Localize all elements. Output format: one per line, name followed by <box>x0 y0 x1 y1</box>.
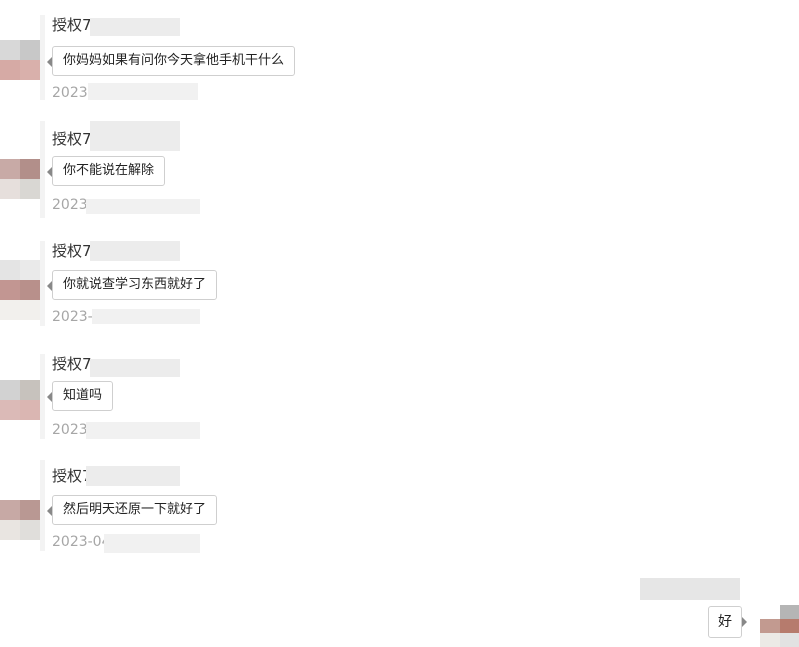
message-bubble[interactable]: 知道吗 <box>46 381 114 411</box>
message-bubble[interactable]: 你不能说在解除 <box>46 156 166 186</box>
avatar-pixel <box>20 60 40 80</box>
message-time: 2023-04 <box>52 534 111 550</box>
avatar-pixel <box>760 633 780 647</box>
avatar[interactable] <box>0 40 40 80</box>
avatar-pixel <box>0 159 20 179</box>
avatar[interactable] <box>0 380 40 420</box>
message-item: 授权7 然后明天还原一下就好了 2023-04 <box>0 460 420 566</box>
message-item: 授权7 你妈妈如果有问你今天拿他手机干什么 2023- <box>0 15 420 115</box>
avatar-pixel <box>20 380 40 400</box>
message-divider <box>40 354 45 439</box>
avatar-pixel <box>20 179 40 199</box>
avatar-pixel <box>760 605 780 619</box>
sender-name: 授权7 <box>52 242 92 260</box>
avatar-pixel <box>20 260 40 280</box>
sender-name: 授权7 <box>52 130 92 148</box>
avatar-extra <box>0 300 40 320</box>
sender-name: 授权7 <box>52 355 92 373</box>
redacted-name <box>90 121 180 151</box>
redacted-time <box>86 199 200 214</box>
redacted-time <box>92 309 200 324</box>
redacted-my-name <box>640 578 740 600</box>
avatar-pixel <box>20 400 40 420</box>
avatar-pixel <box>0 400 20 420</box>
avatar-pixel <box>0 260 20 280</box>
message-item: 授权7 知道吗 2023 <box>0 354 420 454</box>
avatar-pixel <box>20 40 40 60</box>
my-message-bubble[interactable]: 好 <box>708 606 747 638</box>
redacted-name <box>90 241 180 261</box>
avatar[interactable] <box>0 500 40 540</box>
avatar-pixel <box>0 179 20 199</box>
sender-name: 授权7 <box>52 16 92 34</box>
avatar-pixel <box>780 633 799 647</box>
avatar-pixel <box>0 500 20 520</box>
avatar-pixel <box>0 60 20 80</box>
message-bubble[interactable]: 你就说查学习东西就好了 <box>46 270 218 300</box>
redacted-time <box>88 83 198 100</box>
redacted-name <box>90 359 180 377</box>
message-time: 2023- <box>52 309 93 325</box>
avatar-pixel <box>20 159 40 179</box>
redacted-time <box>104 534 200 553</box>
avatar-pixel <box>760 619 780 633</box>
message-divider <box>40 121 45 218</box>
message-item: 授权7 你就说查学习东西就好了 2023- <box>0 241 420 341</box>
avatar[interactable] <box>0 159 40 199</box>
my-avatar[interactable] <box>760 605 799 647</box>
avatar-pixel <box>20 280 40 300</box>
message-bubble[interactable]: 你妈妈如果有问你今天拿他手机干什么 <box>46 46 296 76</box>
avatar-pixel <box>0 520 20 540</box>
avatar-pixel <box>20 520 40 540</box>
message-item: 授权7 你不能说在解除 2023 <box>0 121 420 229</box>
avatar-pixel <box>0 280 20 300</box>
message-divider <box>40 15 45 100</box>
redacted-time <box>86 422 200 439</box>
avatar-pixel <box>780 619 799 633</box>
avatar-pixel <box>0 380 20 400</box>
avatar-pixel <box>780 605 799 619</box>
avatar-pixel <box>20 500 40 520</box>
redacted-name <box>86 466 180 486</box>
message-time: 2023 <box>52 197 88 213</box>
message-time: 2023 <box>52 422 88 438</box>
message-bubble[interactable]: 然后明天还原一下就好了 <box>46 495 218 525</box>
avatar-pixel <box>0 40 20 60</box>
message-divider <box>40 460 45 551</box>
message-divider <box>40 241 45 326</box>
redacted-name <box>90 18 180 36</box>
message-time: 2023- <box>52 85 93 101</box>
avatar[interactable] <box>0 260 40 300</box>
